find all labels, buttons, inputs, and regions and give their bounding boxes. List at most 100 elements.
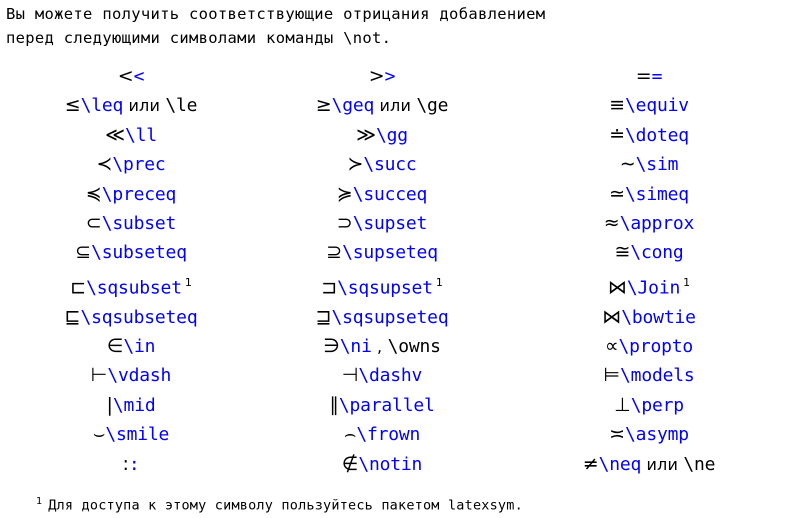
symbol-cell: ≠\neq или \ne bbox=[502, 450, 796, 479]
math-symbol: ⊐ bbox=[321, 276, 338, 299]
symbol-cell: ⊂\subset bbox=[0, 209, 262, 238]
symbol-cell: ⊆\subseteq bbox=[0, 238, 262, 267]
math-symbol: ≠ bbox=[582, 452, 599, 475]
symbol-cell: ⊒\sqsupseteq bbox=[262, 303, 502, 332]
footnote-marker: 1 bbox=[683, 275, 691, 289]
math-symbol: ⊣ bbox=[341, 364, 359, 387]
latex-command: \subseteq bbox=[91, 242, 187, 264]
footnote-marker: 1 bbox=[184, 275, 192, 289]
symbol-cell: ⊐\sqsupset 1 bbox=[262, 268, 502, 303]
math-symbol: ⋈ bbox=[602, 305, 622, 328]
latex-command: \dashv bbox=[358, 365, 423, 387]
math-symbol: ⋈ bbox=[607, 276, 627, 299]
latex-command: \prec bbox=[112, 154, 166, 176]
symbol-table-row: |\mid ∥\parallel ⊥\perp bbox=[0, 391, 796, 420]
symbol-cell: :: bbox=[0, 450, 262, 479]
math-symbol: ≅ bbox=[614, 241, 631, 264]
symbol-table-row: << >> == bbox=[0, 62, 796, 91]
symbol-cell: ≡\equiv bbox=[502, 91, 796, 120]
math-symbol: ⊨ bbox=[603, 364, 621, 387]
latex-command: \mid bbox=[112, 394, 156, 416]
latex-command: : bbox=[128, 453, 140, 475]
symbol-cell: ∉\notin bbox=[262, 450, 502, 479]
latex-command: \ni bbox=[339, 335, 372, 357]
latex-command: \succeq bbox=[352, 183, 428, 205]
latex-command-alt: \owns bbox=[387, 335, 441, 357]
latex-command: \sqsubset bbox=[86, 277, 182, 299]
latex-command: \in bbox=[123, 335, 156, 357]
latex-command: \perp bbox=[630, 394, 684, 416]
math-symbol: < bbox=[117, 65, 134, 87]
alternative-separator: , bbox=[371, 336, 388, 356]
latex-command: \propto bbox=[618, 335, 694, 357]
latex-command-alt: \ge bbox=[416, 95, 449, 117]
math-symbol: ≃ bbox=[609, 182, 626, 205]
math-symbol: ≍ bbox=[609, 423, 626, 446]
symbol-cell: ≐\doteq bbox=[502, 121, 796, 150]
symbol-cell: ≃\simeq bbox=[502, 180, 796, 209]
symbol-cell: ∈\in bbox=[0, 332, 262, 361]
math-symbol: ⊒ bbox=[315, 305, 332, 328]
latex-command: \equiv bbox=[625, 95, 689, 117]
math-symbol: ≻ bbox=[347, 153, 364, 176]
latex-command: \simeq bbox=[625, 183, 689, 205]
latex-command: \notin bbox=[358, 453, 423, 475]
symbol-table: << >> == ≤\leq или \le ≥\geq или \ge ≡\equiv ≪… bbox=[0, 62, 796, 479]
symbol-cell: ∼\sim bbox=[502, 150, 796, 179]
symbol-cell: ⊥\perp bbox=[502, 391, 796, 420]
footnote-marker: 1 bbox=[435, 275, 443, 289]
symbol-cell: ≍\asymp bbox=[502, 420, 796, 449]
math-symbol: ⊑ bbox=[64, 305, 81, 328]
symbol-cell: ≤\leq или \le bbox=[0, 91, 262, 120]
symbol-cell: == bbox=[502, 62, 796, 91]
latex-command: \vdash bbox=[107, 365, 172, 387]
symbol-cell: ∋\ni , \owns bbox=[262, 332, 502, 361]
latex-command: \bowtie bbox=[621, 306, 696, 328]
symbol-cell: ∝\propto bbox=[502, 332, 796, 361]
symbol-table-row: ⌣\smile ⌢\frown ≍\asymp bbox=[0, 420, 796, 449]
math-symbol: ⊏ bbox=[70, 276, 87, 299]
latex-command: \cong bbox=[630, 242, 684, 264]
symbol-table-row: ⊏\sqsubset 1 ⊐\sqsupset 1 ⋈\Join 1 bbox=[0, 268, 796, 303]
latex-command: \smile bbox=[105, 424, 170, 446]
symbol-cell: ≽\succeq bbox=[262, 180, 502, 209]
symbol-cell: ⊢\vdash bbox=[0, 361, 262, 390]
latex-command: \preceq bbox=[101, 183, 177, 205]
symbol-table-row: :: ∉\notin ≠\neq или \ne bbox=[0, 450, 796, 479]
symbol-cell: ≺\prec bbox=[0, 150, 262, 179]
symbol-cell: ≈\approx bbox=[502, 209, 796, 238]
latex-command: \doteq bbox=[625, 124, 689, 146]
symbol-table-row: ⊂\subset ⊃\supset ≈\approx bbox=[0, 209, 796, 238]
math-symbol: ∼ bbox=[619, 153, 636, 176]
math-symbol: ∥ bbox=[329, 393, 339, 416]
math-symbol: ≤ bbox=[64, 94, 81, 117]
latex-command: \supseteq bbox=[342, 242, 438, 264]
math-symbol: ∋ bbox=[323, 334, 340, 357]
latex-command: = bbox=[651, 66, 663, 87]
math-symbol: ≈ bbox=[603, 212, 620, 235]
math-symbol: ≽ bbox=[336, 182, 353, 205]
math-symbol: ⊢ bbox=[90, 364, 108, 387]
math-symbol: ∈ bbox=[106, 334, 124, 357]
math-symbol: ≺ bbox=[96, 153, 113, 176]
math-symbol: ≼ bbox=[85, 182, 102, 205]
symbol-cell: ⊃\supset bbox=[262, 209, 502, 238]
math-symbol: ⌣ bbox=[92, 423, 106, 446]
symbol-table-row: ≺\prec ≻\succ ∼\sim bbox=[0, 150, 796, 179]
math-symbol: ≥ bbox=[315, 94, 332, 117]
latex-command: \approx bbox=[619, 213, 695, 235]
symbol-cell: ∥\parallel bbox=[262, 391, 502, 420]
latex-command: \parallel bbox=[338, 394, 435, 416]
intro-line-1: Вы можете получить соответствующие отриц… bbox=[6, 5, 546, 23]
symbol-cell: ⊨\models bbox=[502, 361, 796, 390]
math-symbol: ⊂ bbox=[85, 212, 102, 235]
latex-command: \asymp bbox=[625, 424, 689, 446]
symbol-cell: ⋈\Join 1 bbox=[502, 268, 796, 303]
math-symbol: ⊥ bbox=[614, 393, 631, 416]
math-symbol: ⌢ bbox=[343, 423, 357, 446]
symbol-table-row: ≪\ll ≫\gg ≐\doteq bbox=[0, 121, 796, 150]
intro-paragraph: Вы можете получить соответствующие отриц… bbox=[6, 2, 790, 50]
math-symbol: > bbox=[368, 65, 385, 87]
math-symbol: ≫ bbox=[356, 123, 376, 146]
latex-command: \geq bbox=[331, 95, 375, 117]
